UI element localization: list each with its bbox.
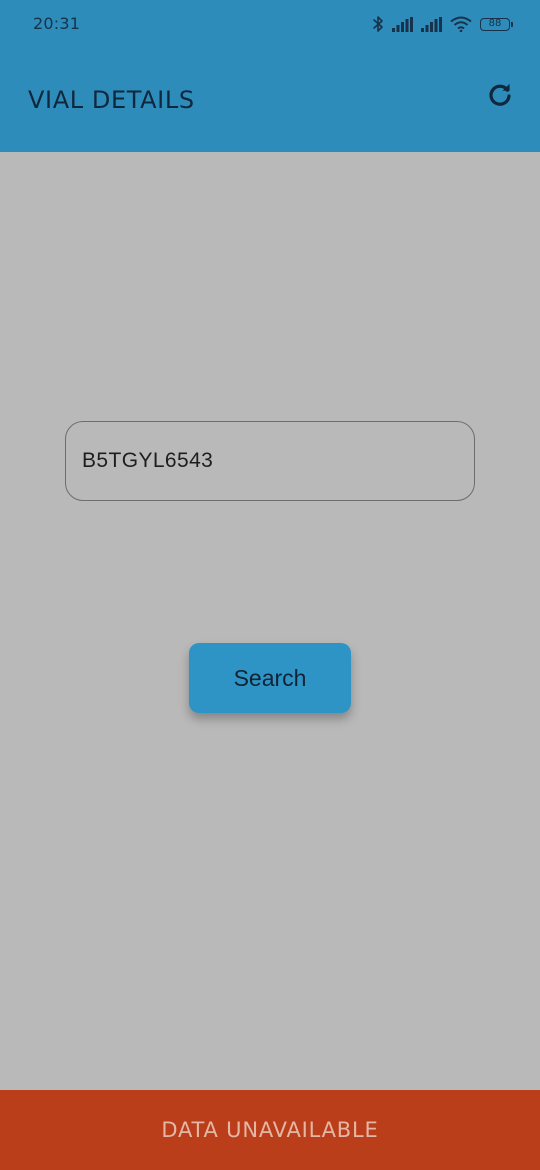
banner-text: DATA UNAVAILABLE xyxy=(161,1118,379,1142)
vial-id-input[interactable] xyxy=(65,421,475,501)
wifi-icon xyxy=(450,16,472,32)
status-bar: 20:31 88 xyxy=(0,0,540,50)
status-icons: 88 xyxy=(373,14,513,34)
page-title: VIAL DETAILS xyxy=(28,86,195,114)
signal-icon xyxy=(392,16,413,32)
status-time: 20:31 xyxy=(33,14,81,33)
data-unavailable-banner: DATA UNAVAILABLE xyxy=(0,1090,540,1170)
refresh-button[interactable] xyxy=(484,81,516,113)
app-bar: 20:31 88 VIAL DETAILS xyxy=(0,0,540,152)
battery-icon: 88 xyxy=(480,17,513,31)
search-button[interactable]: Search xyxy=(189,643,351,713)
refresh-icon xyxy=(487,82,513,113)
signal-icon xyxy=(421,16,442,32)
bluetooth-icon xyxy=(373,15,384,33)
